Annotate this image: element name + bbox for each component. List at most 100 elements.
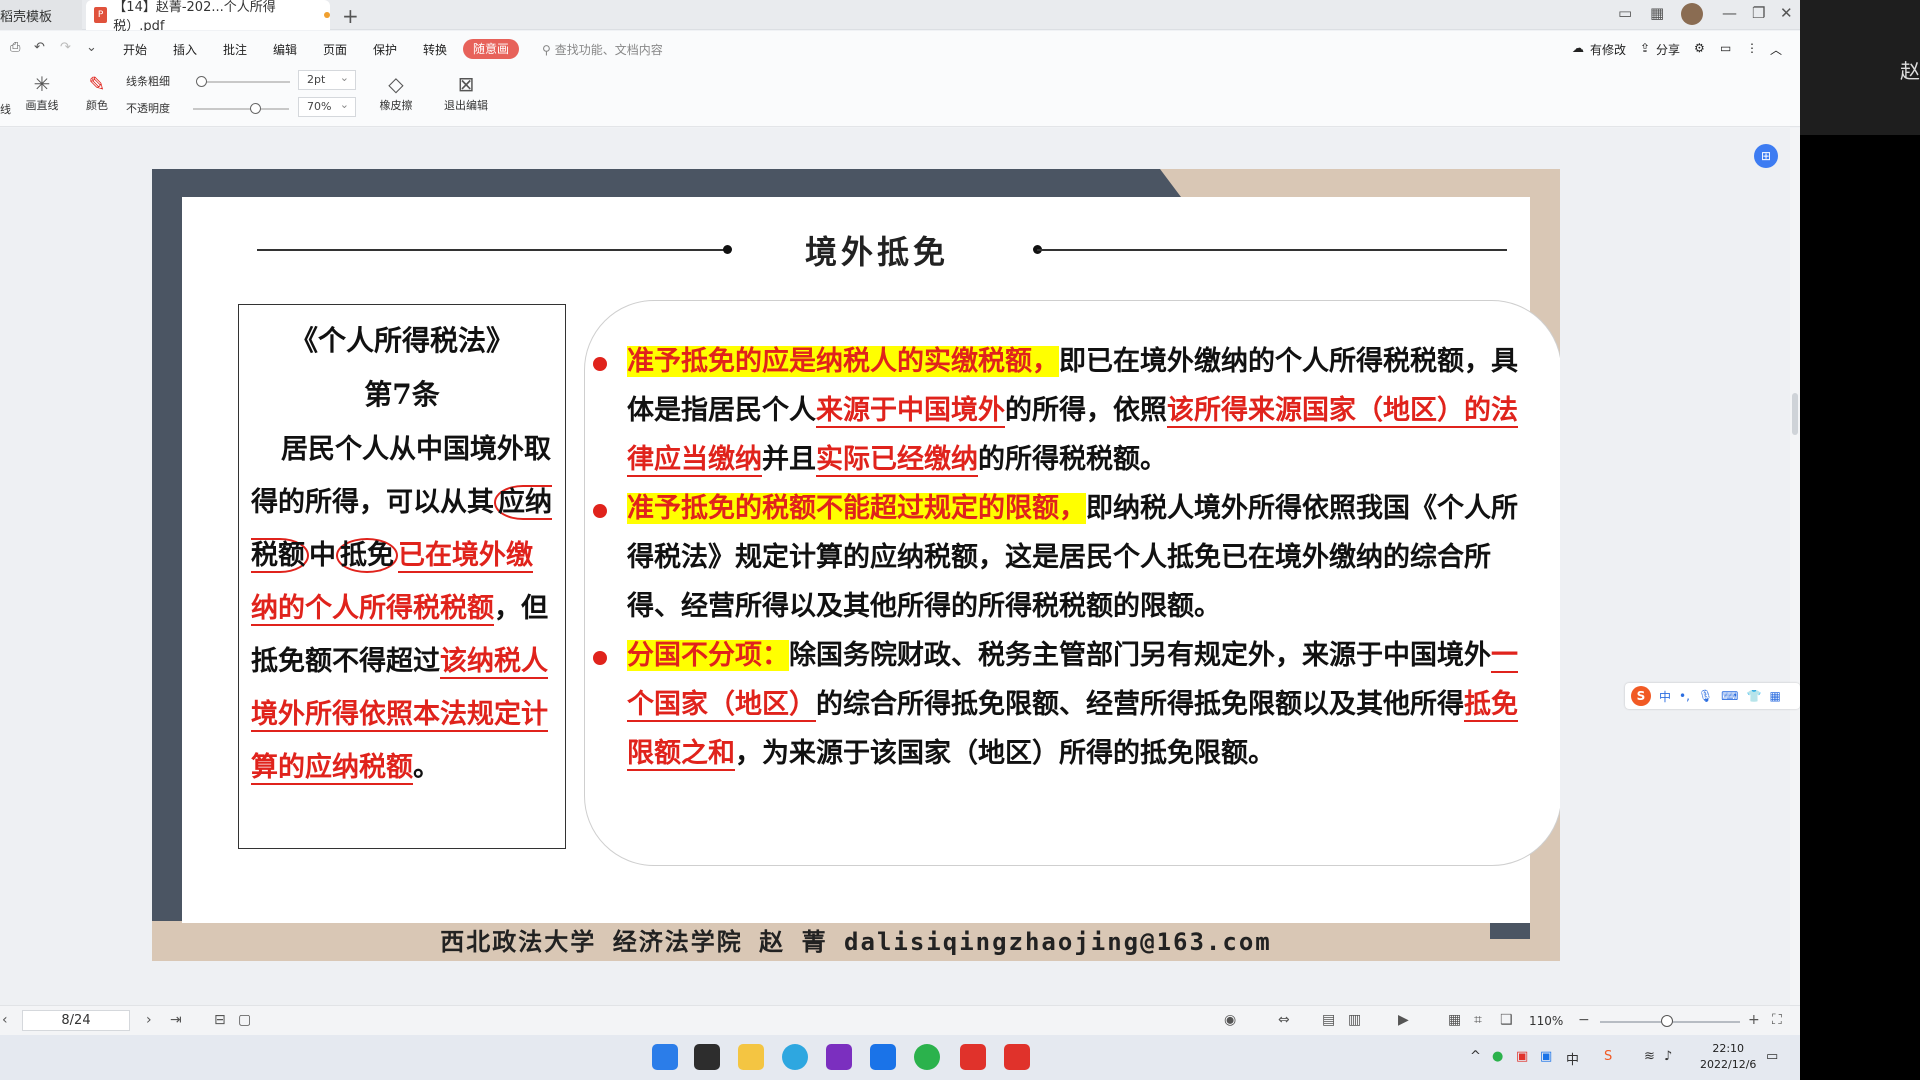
menu-protect[interactable]: 保护 — [373, 41, 397, 58]
tray-calendar-icon[interactable]: ▣ — [1516, 1049, 1528, 1064]
last-page-icon[interactable]: ⇥ — [170, 1012, 182, 1028]
ime-language[interactable]: 中 — [1659, 688, 1671, 705]
menu-page[interactable]: 页面 — [323, 41, 347, 58]
eraser-button[interactable]: ◇ 橡皮擦 — [372, 71, 420, 113]
single-view-icon[interactable]: ▤ — [1322, 1012, 1335, 1028]
line-width-knob[interactable] — [196, 76, 207, 87]
modified-dot-icon — [324, 12, 330, 18]
zoom-out-icon[interactable]: − — [1578, 1012, 1590, 1028]
draw-line-button[interactable]: ✳ 画直线 — [23, 71, 61, 113]
wifi-icon[interactable]: ≋ — [1644, 1049, 1655, 1064]
close-box-icon: ⊠ — [457, 72, 475, 96]
line-width-select[interactable]: 2pt — [298, 69, 356, 90]
redo-icon[interactable]: ↷ — [60, 40, 71, 55]
edge-icon[interactable] — [782, 1044, 808, 1070]
title-rule-left — [257, 249, 727, 251]
menu-insert[interactable]: 插入 — [173, 41, 197, 58]
wechat-icon[interactable] — [914, 1044, 940, 1070]
tray-photo-icon[interactable]: ▣ — [1540, 1049, 1552, 1064]
crop-icon[interactable]: ⌗ — [1474, 1012, 1482, 1028]
grid-icon[interactable]: ▦ — [1650, 4, 1664, 22]
opacity-knob[interactable] — [250, 103, 261, 114]
vertical-scrollbar[interactable] — [1790, 128, 1800, 1005]
notification-icon[interactable]: ▭ — [1766, 1049, 1778, 1064]
comment-icon[interactable]: ▭ — [1720, 41, 1731, 55]
opacity-slider[interactable] — [193, 108, 289, 110]
dropdown-icon[interactable]: ⌄ — [86, 40, 97, 55]
print-icon[interactable]: ⎙ — [10, 40, 20, 55]
undo-icon[interactable]: ↶ — [34, 40, 45, 55]
menu-freehand[interactable]: 随意画 — [463, 39, 519, 59]
layout-icon[interactable]: ▭ — [1618, 4, 1632, 22]
volume-icon[interactable]: ♪ — [1664, 1049, 1672, 1064]
menu-start[interactable]: 开始 — [123, 41, 147, 58]
terminal-icon[interactable] — [694, 1044, 720, 1070]
color-label: 颜色 — [86, 99, 108, 112]
close-icon[interactable]: ✕ — [1780, 4, 1793, 22]
collapse-icon[interactable]: ︿ — [1770, 41, 1782, 58]
mic-icon[interactable]: 🎙 — [1698, 689, 1713, 703]
next-page-icon[interactable]: › — [146, 1012, 152, 1028]
line-tool-label[interactable]: 线 — [0, 101, 11, 117]
single-page-icon[interactable]: ▢ — [238, 1012, 251, 1028]
fit-icon[interactable]: ⊟ — [214, 1012, 226, 1028]
menu-edit[interactable]: 编辑 — [273, 41, 297, 58]
wps-icon[interactable] — [960, 1044, 986, 1070]
point-3: 分国不分项：除国务院财政、税务主管部门另有规定外，来源于中国境外一个国家（地区）… — [593, 631, 1537, 778]
keyboard-icon[interactable]: ⌨ — [1721, 689, 1738, 703]
system-clock[interactable]: 22:10 2022/12/6 — [1700, 1041, 1756, 1073]
play-icon[interactable]: ▶ — [1398, 1012, 1409, 1028]
tray-ime-icon[interactable]: 中 — [1566, 1049, 1579, 1068]
tray-app-icon[interactable]: ● — [1492, 1049, 1503, 1064]
exit-edit-label: 退出编辑 — [444, 99, 488, 112]
tab-pdf-document[interactable]: P 【14】赵菁-202...个人所得税）.pdf — [86, 0, 330, 34]
scrollbar-thumb[interactable] — [1792, 393, 1798, 435]
pdf-icon: P — [94, 7, 108, 23]
photos-icon[interactable] — [870, 1044, 896, 1070]
law-citation-box: 《个人所得税法》 第7条 居民个人从中国境外取得的所得，可以从其 应纳税额中抵免已… — [238, 304, 566, 849]
book-icon[interactable]: ❑ — [1500, 1012, 1513, 1028]
search-box[interactable]: ⚲ 查找功能、文档内容 — [542, 41, 663, 58]
tray-sogou-icon[interactable]: S — [1604, 1049, 1612, 1064]
bullet-icon — [593, 504, 607, 518]
fit-page-icon[interactable]: ▦ — [1448, 1012, 1461, 1028]
modified-button[interactable]: 有修改 — [1590, 41, 1626, 58]
prev-page-icon[interactable]: ‹ — [2, 1012, 8, 1028]
line-width-slider[interactable] — [200, 81, 290, 83]
zoom-knob[interactable] — [1661, 1015, 1673, 1027]
page-width-icon[interactable]: ⇔ — [1278, 1012, 1290, 1028]
apps-icon[interactable]: ▦ — [1769, 689, 1780, 703]
start-icon[interactable] — [652, 1044, 678, 1070]
avatar[interactable] — [1681, 3, 1703, 25]
settings-icon[interactable]: ⚙ — [1694, 41, 1705, 55]
fullscreen-icon[interactable]: ⛶ — [1772, 1012, 1782, 1028]
menu-annotate[interactable]: 批注 — [223, 41, 247, 58]
exit-edit-button[interactable]: ⊠ 退出编辑 — [440, 71, 492, 113]
folder-icon[interactable] — [738, 1044, 764, 1070]
taskbar: ^ ● ▣ ▣ 中 S ≋ ♪ 22:10 2022/12/6 ▭ — [0, 1035, 1800, 1080]
color-button[interactable]: ✎ 颜色 — [78, 71, 116, 113]
eye-icon[interactable]: ◉ — [1224, 1012, 1236, 1028]
restore-icon[interactable]: ❐ — [1752, 4, 1765, 22]
zoom-in-icon[interactable]: + — [1748, 1012, 1760, 1028]
opacity-select[interactable]: 70% — [298, 96, 356, 117]
share-button[interactable]: 分享 — [1656, 41, 1680, 58]
page-number-input[interactable]: 8/24 — [22, 1010, 130, 1031]
tray-chevron-icon[interactable]: ^ — [1470, 1049, 1481, 1064]
floating-tool-button[interactable]: ⊞ — [1754, 144, 1778, 168]
menu-convert[interactable]: 转换 — [423, 41, 447, 58]
wps-pdf-icon[interactable] — [1004, 1044, 1030, 1070]
new-tab-button[interactable]: + — [342, 4, 359, 28]
more-icon[interactable]: ⋮ — [1746, 41, 1758, 55]
minimize-icon[interactable]: — — [1722, 4, 1737, 22]
bullet-icon — [593, 357, 607, 371]
dual-view-icon[interactable]: ▥ — [1348, 1012, 1361, 1028]
tab-templates[interactable]: 稻壳模板 — [0, 0, 82, 30]
side-label: 赵 — [1900, 59, 1920, 83]
skin-icon[interactable]: 👕 — [1746, 689, 1761, 703]
ime-toolbar[interactable]: S 中 •, 🎙 ⌨ 👕 ▦ — [1625, 683, 1800, 709]
onenote-icon[interactable] — [826, 1044, 852, 1070]
punct-icon[interactable]: •, — [1679, 689, 1690, 703]
zoom-level[interactable]: 110% — [1529, 1014, 1563, 1028]
clock-date: 2022/12/6 — [1700, 1058, 1757, 1071]
